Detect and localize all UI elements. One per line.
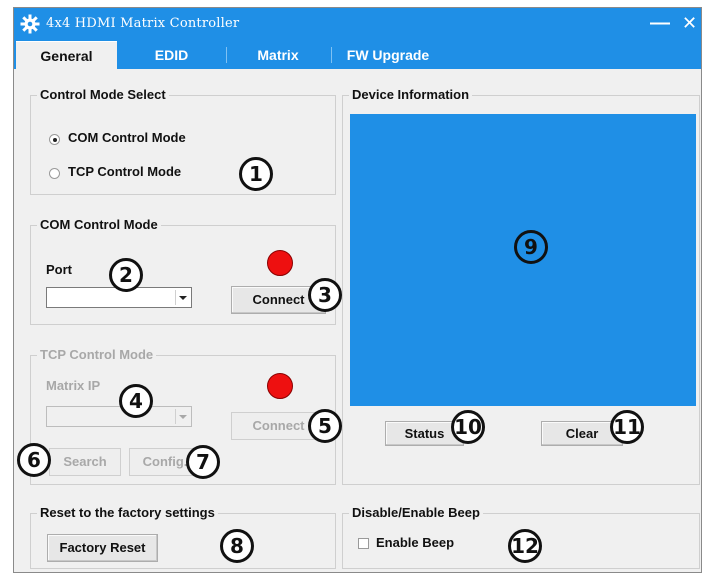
callout-9: 9 <box>514 230 548 264</box>
callout-12: 12 <box>508 529 542 563</box>
tcp-mode-radio[interactable] <box>49 168 60 179</box>
com-control-mode-title: COM Control Mode <box>37 217 161 233</box>
control-mode-select-title: Control Mode Select <box>37 87 169 103</box>
chevron-down-icon[interactable] <box>175 409 189 424</box>
tcp-control-mode-title: TCP Control Mode <box>37 347 157 363</box>
factory-reset-button[interactable]: Factory Reset <box>47 534 158 562</box>
callout-10: 10 <box>451 410 485 444</box>
com-mode-radio[interactable] <box>49 134 60 145</box>
chevron-down-icon[interactable] <box>175 290 189 305</box>
callout-8: 8 <box>220 529 254 563</box>
com-mode-label[interactable]: COM Control Mode <box>68 130 186 145</box>
matrix-ip-select[interactable] <box>46 406 192 427</box>
tcp-mode-label[interactable]: TCP Control Mode <box>68 164 181 179</box>
callout-7: 7 <box>186 445 220 479</box>
callout-1: 1 <box>239 157 273 191</box>
device-information-group: Device Information Status Clear <box>342 87 700 485</box>
callout-3: 3 <box>308 278 342 312</box>
beep-title: Disable/Enable Beep <box>349 505 483 521</box>
app-window: 4x4 HDMI Matrix Controller — ✕ General E… <box>13 7 702 573</box>
minimize-button[interactable]: — <box>650 12 670 34</box>
factory-reset-title: Reset to the factory settings <box>37 505 218 521</box>
callout-11: 11 <box>610 410 644 444</box>
callout-6: 6 <box>17 443 51 477</box>
close-button[interactable]: ✕ <box>682 12 697 34</box>
callout-5: 5 <box>308 409 342 443</box>
device-information-title: Device Information <box>349 87 473 103</box>
window-title: 4x4 HDMI Matrix Controller <box>46 16 240 31</box>
search-button[interactable]: Search <box>49 448 121 476</box>
tcp-control-mode-group: TCP Control Mode Matrix IP Connect Searc… <box>30 347 336 485</box>
tcp-status-led <box>267 373 293 399</box>
com-status-led <box>267 250 293 276</box>
title-bar[interactable]: 4x4 HDMI Matrix Controller — ✕ <box>14 8 701 41</box>
tab-bar: General EDID Matrix FW Upgrade <box>14 41 701 70</box>
tab-general[interactable]: General <box>16 41 117 70</box>
callout-4: 4 <box>119 384 153 418</box>
enable-beep-checkbox[interactable] <box>358 538 369 549</box>
tab-matrix[interactable]: Matrix <box>229 41 327 69</box>
com-control-mode-group: COM Control Mode Port Connect <box>30 217 336 325</box>
tab-fw-upgrade[interactable]: FW Upgrade <box>332 41 444 69</box>
enable-beep-label[interactable]: Enable Beep <box>376 535 454 550</box>
control-mode-select-group: Control Mode Select COM Control Mode TCP… <box>30 87 336 195</box>
callout-2: 2 <box>109 258 143 292</box>
factory-reset-group: Reset to the factory settings Factory Re… <box>30 505 336 569</box>
tab-separator <box>226 47 227 63</box>
port-label: Port <box>46 262 72 277</box>
tab-edid[interactable]: EDID <box>124 41 219 69</box>
gear-icon <box>20 14 40 34</box>
matrix-ip-label: Matrix IP <box>46 378 101 393</box>
